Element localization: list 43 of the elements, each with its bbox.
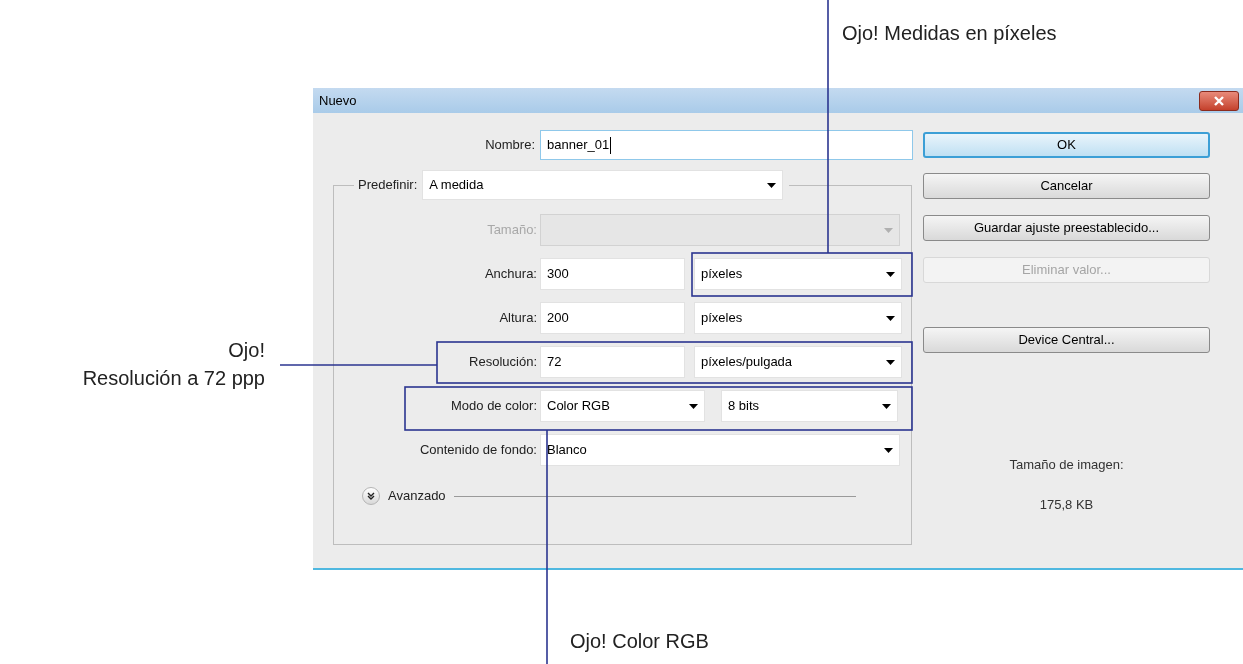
field-label: Anchura:: [484, 265, 537, 284]
field-label: Resolución:: [469, 353, 537, 372]
expand-button[interactable]: [362, 487, 380, 505]
image-size-label: Tamaño de imagen:: [1008, 456, 1125, 474]
text-field[interactable]: 300: [540, 258, 685, 290]
caret-icon: [886, 271, 895, 277]
dropdown[interactable]: Color RGB: [540, 390, 705, 422]
dialog-button[interactable]: OK: [923, 132, 1210, 158]
section-label: Avanzado: [388, 487, 446, 506]
caret-icon: [882, 403, 891, 409]
annotation-text: Ojo! Medidas en píxeles: [842, 21, 1057, 46]
dialog-button[interactable]: Cancelar: [923, 173, 1210, 199]
text-field[interactable]: 200: [540, 302, 685, 334]
dropdown[interactable]: píxeles: [694, 302, 902, 334]
dialog-button[interactable]: Device Central...: [923, 327, 1210, 353]
field-label: Tamaño:: [487, 221, 537, 240]
annotation-text: Ojo! Color RGB: [570, 629, 709, 654]
caret-icon: [689, 403, 698, 409]
chevron-down-icon: [367, 492, 375, 500]
close-icon: [1213, 95, 1225, 106]
dropdown[interactable]: 8 bits: [721, 390, 898, 422]
field-label: Predefinir:: [358, 176, 419, 195]
text-field[interactable]: 72: [540, 346, 685, 378]
close-button[interactable]: [1199, 90, 1239, 111]
field-label: Modo de color:: [451, 397, 537, 416]
caret-icon: [884, 447, 893, 453]
dropdown[interactable]: A medida: [422, 170, 784, 200]
text-cursor: [610, 136, 612, 154]
image-size-value: 175,8 KB: [1038, 495, 1095, 514]
caret-icon: [767, 182, 777, 188]
field-label: Altura:: [499, 309, 537, 328]
caret-icon: [886, 315, 895, 321]
dropdown[interactable]: Blanco: [540, 434, 900, 466]
dropdown[interactable]: píxeles/pulgada: [694, 346, 902, 378]
field-label: Nombre:: [484, 136, 536, 155]
caret-icon: [886, 359, 895, 365]
annotation-text: Ojo! Resolución a 72 ppp: [82, 338, 265, 391]
window-title: Nuevo: [319, 91, 357, 110]
dropdown[interactable]: píxeles: [694, 258, 902, 290]
dialog-button[interactable]: Guardar ajuste preestablecido...: [923, 215, 1210, 241]
field-label: Contenido de fondo:: [419, 441, 537, 460]
caret-icon: [884, 227, 893, 233]
name-field[interactable]: banner_01: [540, 130, 913, 160]
